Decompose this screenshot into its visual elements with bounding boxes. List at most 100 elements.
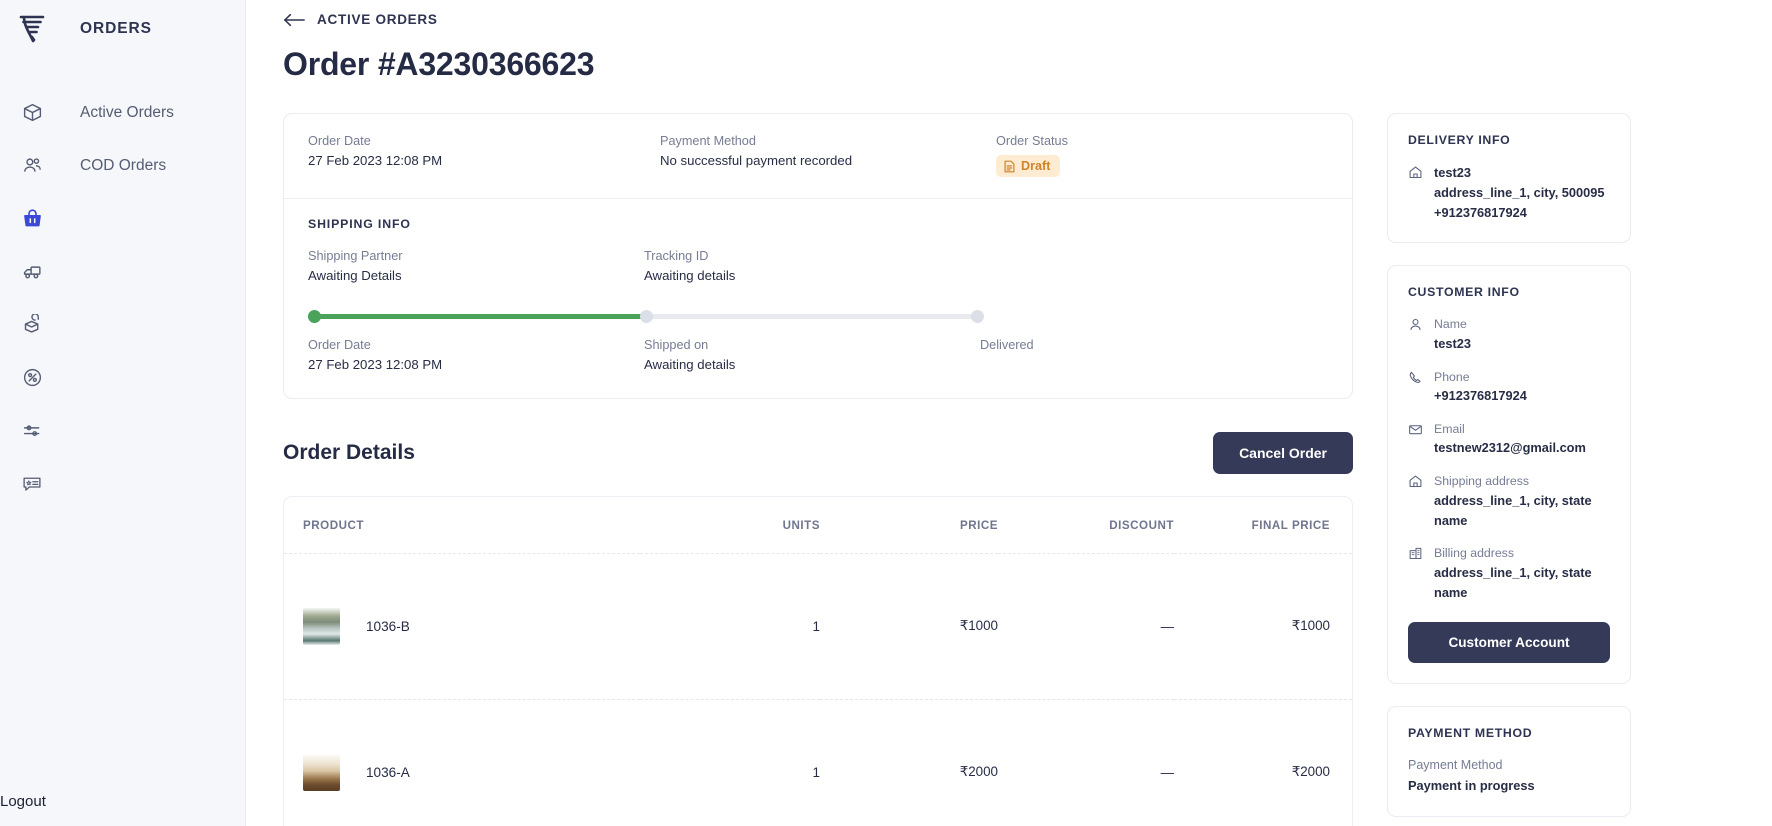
draft-document-icon <box>1004 160 1015 173</box>
delivery-info-card: DELIVERY INFO test23 address_line_1, cit… <box>1387 113 1631 243</box>
sidebar-item-discounts[interactable] <box>0 351 245 404</box>
table-row[interactable]: 1036-B 1 ₹1000 — ₹1000 <box>284 553 1352 699</box>
customer-email-label: Email <box>1434 420 1610 438</box>
product-name: 1036-A <box>366 765 410 780</box>
sidebar-item-cod-orders[interactable]: COD Orders <box>0 139 245 192</box>
customer-email-body: Email testnew2312@gmail.com <box>1434 420 1610 458</box>
customer-field-billing-address: Billing address address_line_1, city, st… <box>1408 544 1610 602</box>
shipping-partner-label: Shipping Partner <box>308 247 644 266</box>
progress-step-1: Order Date 27 Feb 2023 12:08 PM <box>308 336 644 376</box>
customer-shipping-address-body: Shipping address address_line_1, city, s… <box>1434 472 1610 530</box>
breadcrumb-active-orders[interactable]: ACTIVE ORDERS <box>317 12 438 27</box>
shipping-info-title: SHIPPING INFO <box>308 217 1328 231</box>
cell-final-price: ₹1000 <box>1174 553 1352 699</box>
customer-field-shipping-address: Shipping address address_line_1, city, s… <box>1408 472 1610 530</box>
progress-step-2-label: Shipped on <box>644 336 980 355</box>
customer-name-value: test23 <box>1434 334 1610 354</box>
customer-name-body: Name test23 <box>1434 315 1610 353</box>
cell-final-price: ₹2000 <box>1174 699 1352 826</box>
cancel-order-button[interactable]: Cancel Order <box>1213 432 1353 474</box>
table-header-row: PRODUCT UNITS PRICE DISCOUNT FINAL PRICE <box>284 497 1352 554</box>
shipping-partner-value: Awaiting Details <box>308 266 644 286</box>
progress-step-labels: Order Date 27 Feb 2023 12:08 PM Shipped … <box>308 336 1328 376</box>
logout-button[interactable]: Logout <box>0 793 46 810</box>
tracking-id-field: Tracking ID Awaiting details <box>644 247 980 287</box>
progress-step-1-label: Order Date <box>308 336 644 355</box>
progress-step-1-value: 27 Feb 2023 12:08 PM <box>308 355 644 375</box>
table-row[interactable]: 1036-A 1 ₹2000 — ₹2000 <box>284 699 1352 826</box>
delivery-address: address_line_1, city, 500095 <box>1434 183 1610 203</box>
secondary-column: DELIVERY INFO test23 address_line_1, cit… <box>1387 83 1631 826</box>
primary-column: Order Date 27 Feb 2023 12:08 PM Payment … <box>283 83 1353 826</box>
progress-step-2-value: Awaiting details <box>644 355 980 375</box>
order-items-table: PRODUCT UNITS PRICE DISCOUNT FINAL PRICE <box>284 497 1352 826</box>
delivery-truck-icon <box>10 261 54 282</box>
column-header-units: UNITS <box>640 497 820 554</box>
order-date-value: 27 Feb 2023 12:08 PM <box>308 151 660 171</box>
delivery-info-line: test23 address_line_1, city, 500095 +912… <box>1408 163 1610 222</box>
customer-account-button[interactable]: Customer Account <box>1408 622 1610 663</box>
cell-price: ₹1000 <box>820 553 998 699</box>
customer-phone-label: Phone <box>1434 368 1610 386</box>
sliders-icon <box>10 420 54 441</box>
brand-title: ORDERS <box>80 20 152 38</box>
cell-units: 1 <box>640 553 820 699</box>
rupee-tornado-logo-icon <box>10 14 54 44</box>
progress-step-dot-3 <box>971 310 984 323</box>
sidebar-item-active-orders[interactable]: Active Orders <box>0 86 245 139</box>
product-thumbnail-icon <box>303 608 340 645</box>
order-items-table-card: PRODUCT UNITS PRICE DISCOUNT FINAL PRICE <box>283 496 1353 826</box>
payment-method-card-title: PAYMENT METHOD <box>1408 726 1610 740</box>
progress-step-dot-1 <box>308 310 321 323</box>
envelope-icon <box>1408 420 1434 437</box>
tracking-id-label: Tracking ID <box>644 247 980 266</box>
table-header: PRODUCT UNITS PRICE DISCOUNT FINAL PRICE <box>284 497 1352 554</box>
customer-info-card: CUSTOMER INFO Name test23 <box>1387 265 1631 684</box>
box-icon <box>10 102 54 123</box>
basket-icon <box>10 208 54 229</box>
page-title: Order #A3230366623 <box>283 46 1772 83</box>
payment-method-label: Payment Method <box>660 132 996 151</box>
order-details-header: Order Details Cancel Order <box>283 432 1353 474</box>
progress-fill <box>308 314 648 319</box>
return-box-icon <box>10 314 54 335</box>
order-status-label: Order Status <box>996 132 1296 151</box>
payment-method-card-label: Payment Method <box>1408 756 1610 775</box>
order-summary-card: Order Date 27 Feb 2023 12:08 PM Payment … <box>283 113 1353 399</box>
customer-email-value: testnew2312@gmail.com <box>1434 438 1610 458</box>
app-root: ORDERS Active Orders COD Orders <box>0 0 1772 826</box>
shipment-progress-tracker <box>308 306 984 328</box>
payment-method-value: No successful payment recorded <box>660 151 996 171</box>
customer-phone-value: +912376817924 <box>1434 386 1610 406</box>
customer-info-title: CUSTOMER INFO <box>1408 285 1610 299</box>
breadcrumb: ACTIVE ORDERS <box>246 0 1772 27</box>
review-card-icon <box>10 473 54 494</box>
sidebar-item-basket[interactable] <box>0 192 245 245</box>
payment-method-field: Payment Method No successful payment rec… <box>660 132 996 178</box>
payment-method-card-value: Payment in progress <box>1408 776 1610 796</box>
product-thumbnail-icon <box>303 754 340 791</box>
sidebar-item-reviews[interactable] <box>0 457 245 510</box>
column-header-final-price: FINAL PRICE <box>1174 497 1352 554</box>
shipping-partner-field: Shipping Partner Awaiting Details <box>308 247 644 287</box>
sidebar-item-settings[interactable] <box>0 404 245 457</box>
sidebar-item-returns[interactable] <box>0 298 245 351</box>
customer-billing-address-value: address_line_1, city, state name <box>1434 563 1610 603</box>
customer-phone-body: Phone +912376817924 <box>1434 368 1610 406</box>
column-header-price: PRICE <box>820 497 998 554</box>
shipping-info-section: SHIPPING INFO Shipping Partner Awaiting … <box>284 199 1352 398</box>
cell-discount: — <box>998 699 1174 826</box>
arrow-left-icon[interactable] <box>283 13 305 27</box>
content-wrap: Order Date 27 Feb 2023 12:08 PM Payment … <box>246 83 1772 826</box>
progress-step-3-label: Delivered <box>980 336 1280 355</box>
sidebar-item-delivery[interactable] <box>0 245 245 298</box>
order-date-field: Order Date 27 Feb 2023 12:08 PM <box>308 132 660 178</box>
customer-billing-address-body: Billing address address_line_1, city, st… <box>1434 544 1610 602</box>
user-icon <box>1408 315 1434 332</box>
users-icon <box>10 155 54 176</box>
customer-field-email: Email testnew2312@gmail.com <box>1408 420 1610 458</box>
status-badge: Draft <box>996 155 1060 177</box>
customer-field-name: Name test23 <box>1408 315 1610 353</box>
delivery-phone: +912376817924 <box>1434 203 1610 223</box>
order-date-label: Order Date <box>308 132 660 151</box>
